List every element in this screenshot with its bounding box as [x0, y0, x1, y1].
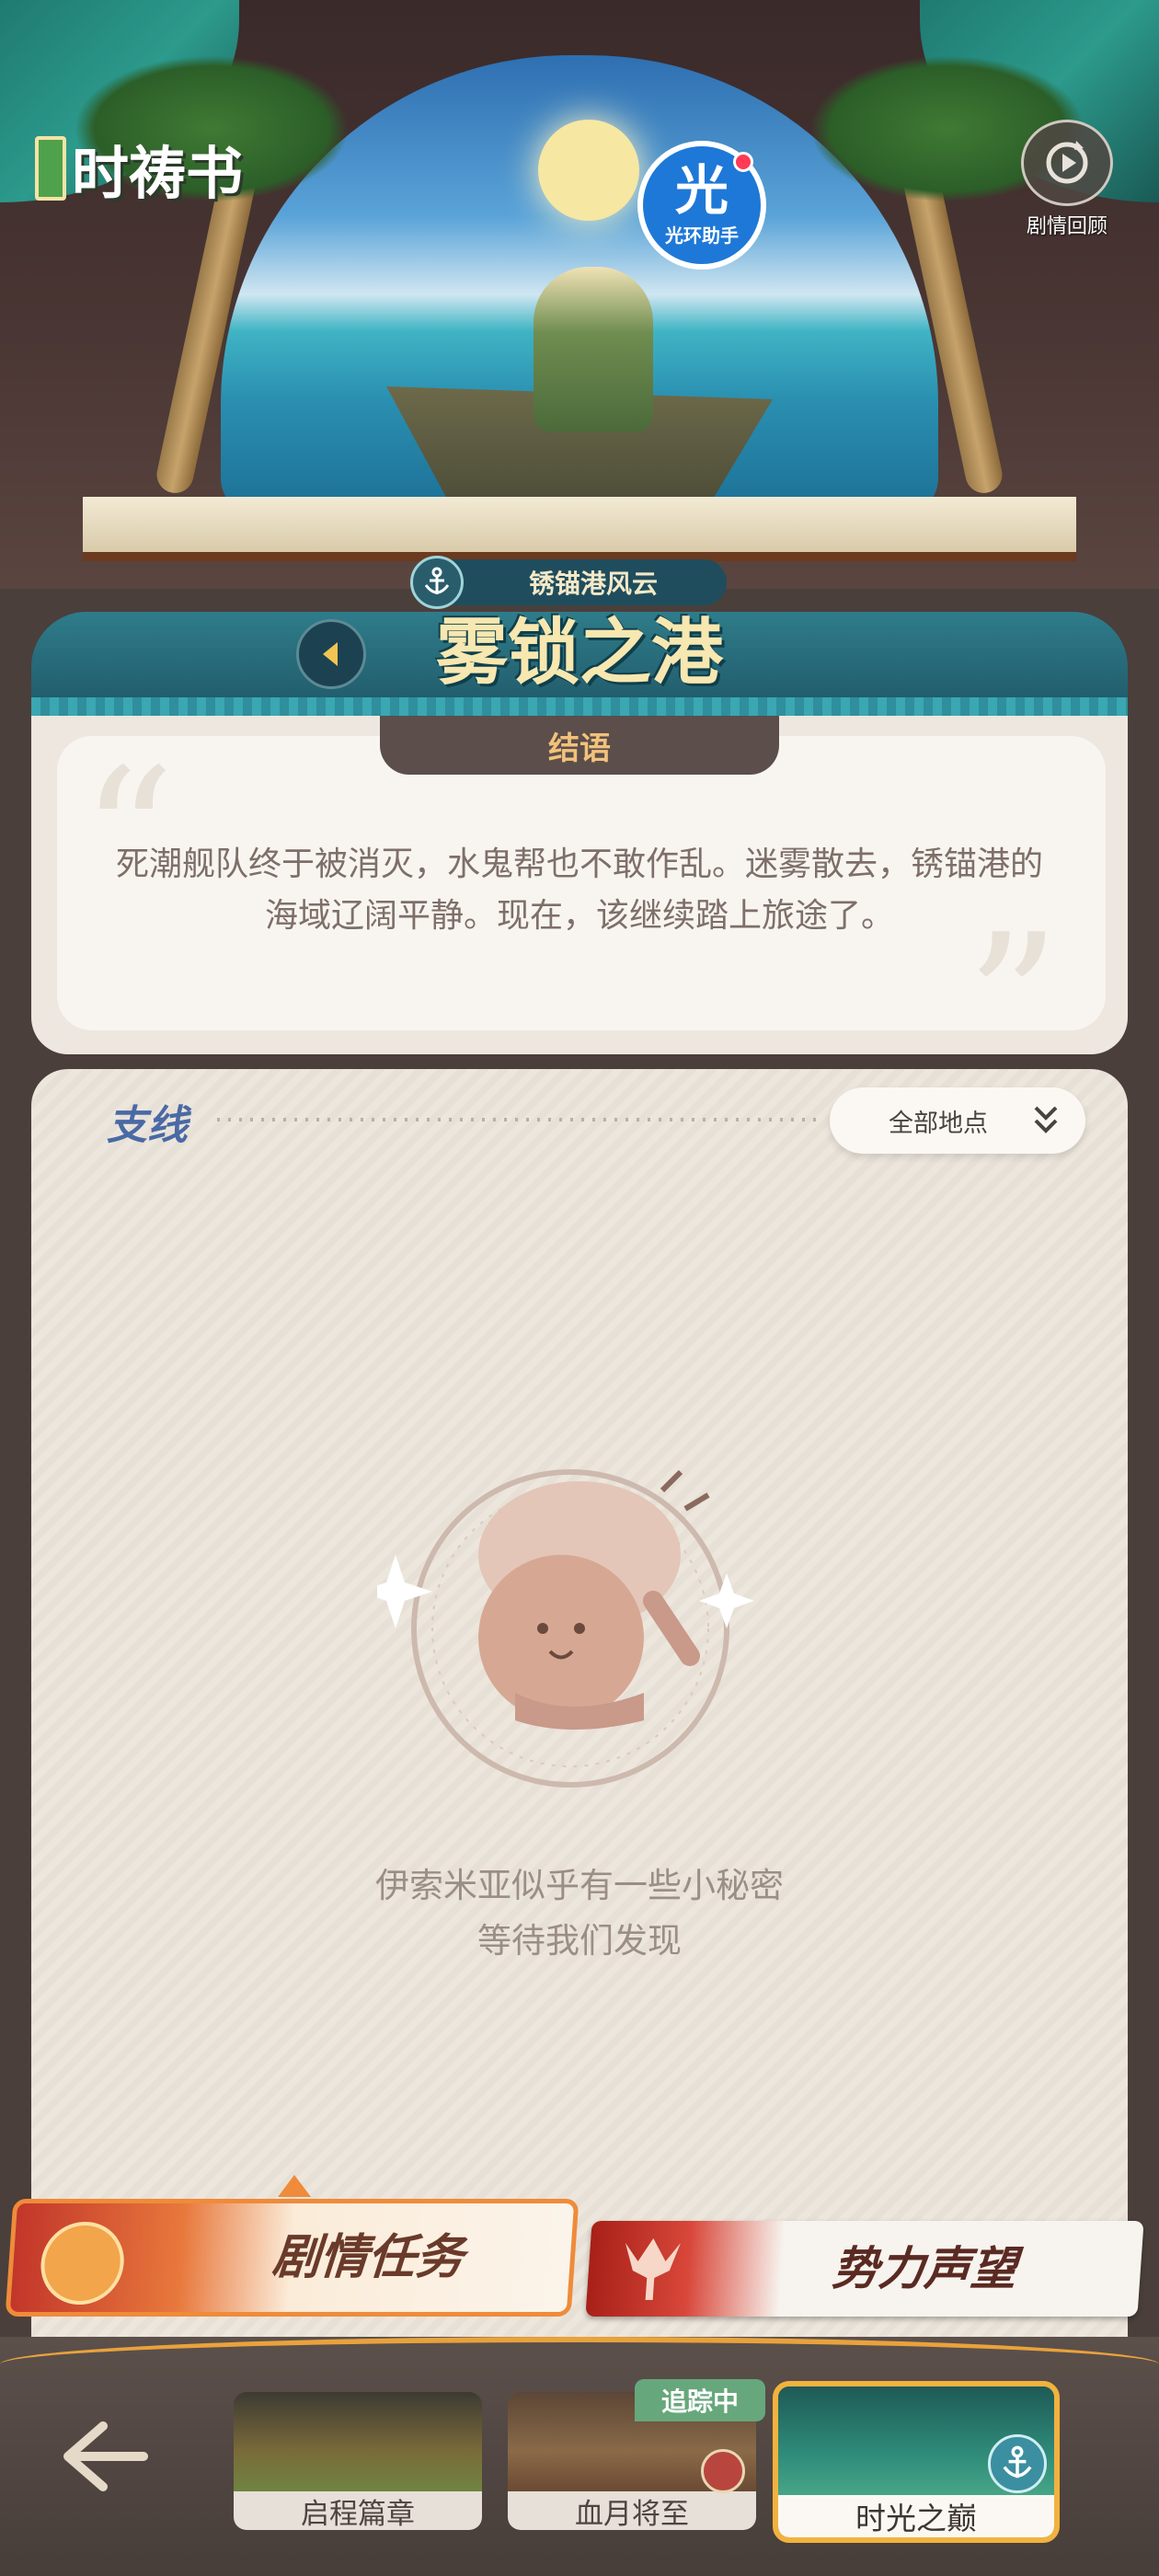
app-logo: 时祷书: [35, 127, 243, 210]
divider: [217, 1118, 824, 1121]
book-icon: [35, 136, 66, 201]
book-pages: [83, 497, 1076, 561]
epilogue-text: 死潮舰队终于被消灭，水鬼帮也不敢作乱。迷雾散去，锈锚港的海域辽阔平静。现在，该继…: [115, 845, 1043, 935]
anchor-emblem-icon: [988, 2434, 1047, 2493]
location-filter-dropdown[interactable]: 全部地点: [830, 1087, 1085, 1154]
chapter-1-art: [234, 2392, 482, 2491]
chapter-2-label: 血月将至: [508, 2491, 756, 2530]
chapter-tag-label: 锈锚港风云: [528, 569, 658, 599]
active-tab-caret: [278, 2175, 311, 2197]
story-replay-button[interactable]: 剧情回顾: [1012, 120, 1122, 239]
app-logo-text: 时祷书: [72, 140, 244, 207]
hero-banner: [0, 0, 1159, 589]
stage-title: 雾锁之港: [435, 611, 723, 695]
chapter-tag: 锈锚港风云: [410, 556, 727, 609]
character-illustration: [534, 267, 653, 432]
palm-tree-right: [809, 37, 1104, 497]
chapter-3-label: 时光之巅: [778, 2495, 1054, 2537]
location-filter-label: 全部地点: [889, 1109, 988, 1138]
tracking-badge: 追踪中: [635, 2379, 765, 2421]
story-quest-icon: [38, 2222, 127, 2305]
side-quest-title: 支线: [107, 1102, 188, 1149]
assistant-glyph: 光: [674, 158, 729, 222]
trident-icon: [625, 2238, 681, 2300]
empty-state-line-1: 伊索米亚似乎有一些小秘密: [375, 1866, 784, 1905]
back-arrow-icon[interactable]: [57, 2415, 149, 2498]
replay-label: 剧情回顾: [1026, 215, 1107, 238]
anchor-icon: [410, 556, 464, 609]
sun-illustration: [538, 120, 639, 221]
empty-state-line-2: 等待我们发现: [477, 1921, 682, 1961]
assistant-badge[interactable]: 光 光环助手: [637, 141, 766, 270]
tab-reputation-label: 势力声望: [830, 2241, 1019, 2295]
replay-icon: [1021, 120, 1113, 206]
assistant-label: 光环助手: [665, 224, 739, 247]
palm-tree-left: [55, 37, 350, 497]
tab-story-quests[interactable]: 剧情任务: [5, 2199, 580, 2317]
blood-moon-emblem-icon: [701, 2449, 745, 2493]
chevron-left-icon: [323, 642, 338, 666]
chapter-1-label: 启程篇章: [234, 2491, 482, 2530]
chapter-card-1[interactable]: 启程篇章: [234, 2392, 482, 2530]
notification-dot: [733, 152, 753, 172]
double-chevron-down-icon: [1034, 1106, 1058, 1133]
tab-story-label: 剧情任务: [270, 2229, 466, 2285]
epilogue-tab: 结语: [380, 716, 779, 775]
empty-state-message: 伊索米亚似乎有一些小秘密 等待我们发现: [304, 1858, 855, 1969]
empty-state-illustration: [377, 1469, 754, 1788]
tab-faction-reputation[interactable]: 势力声望: [585, 2221, 1144, 2317]
